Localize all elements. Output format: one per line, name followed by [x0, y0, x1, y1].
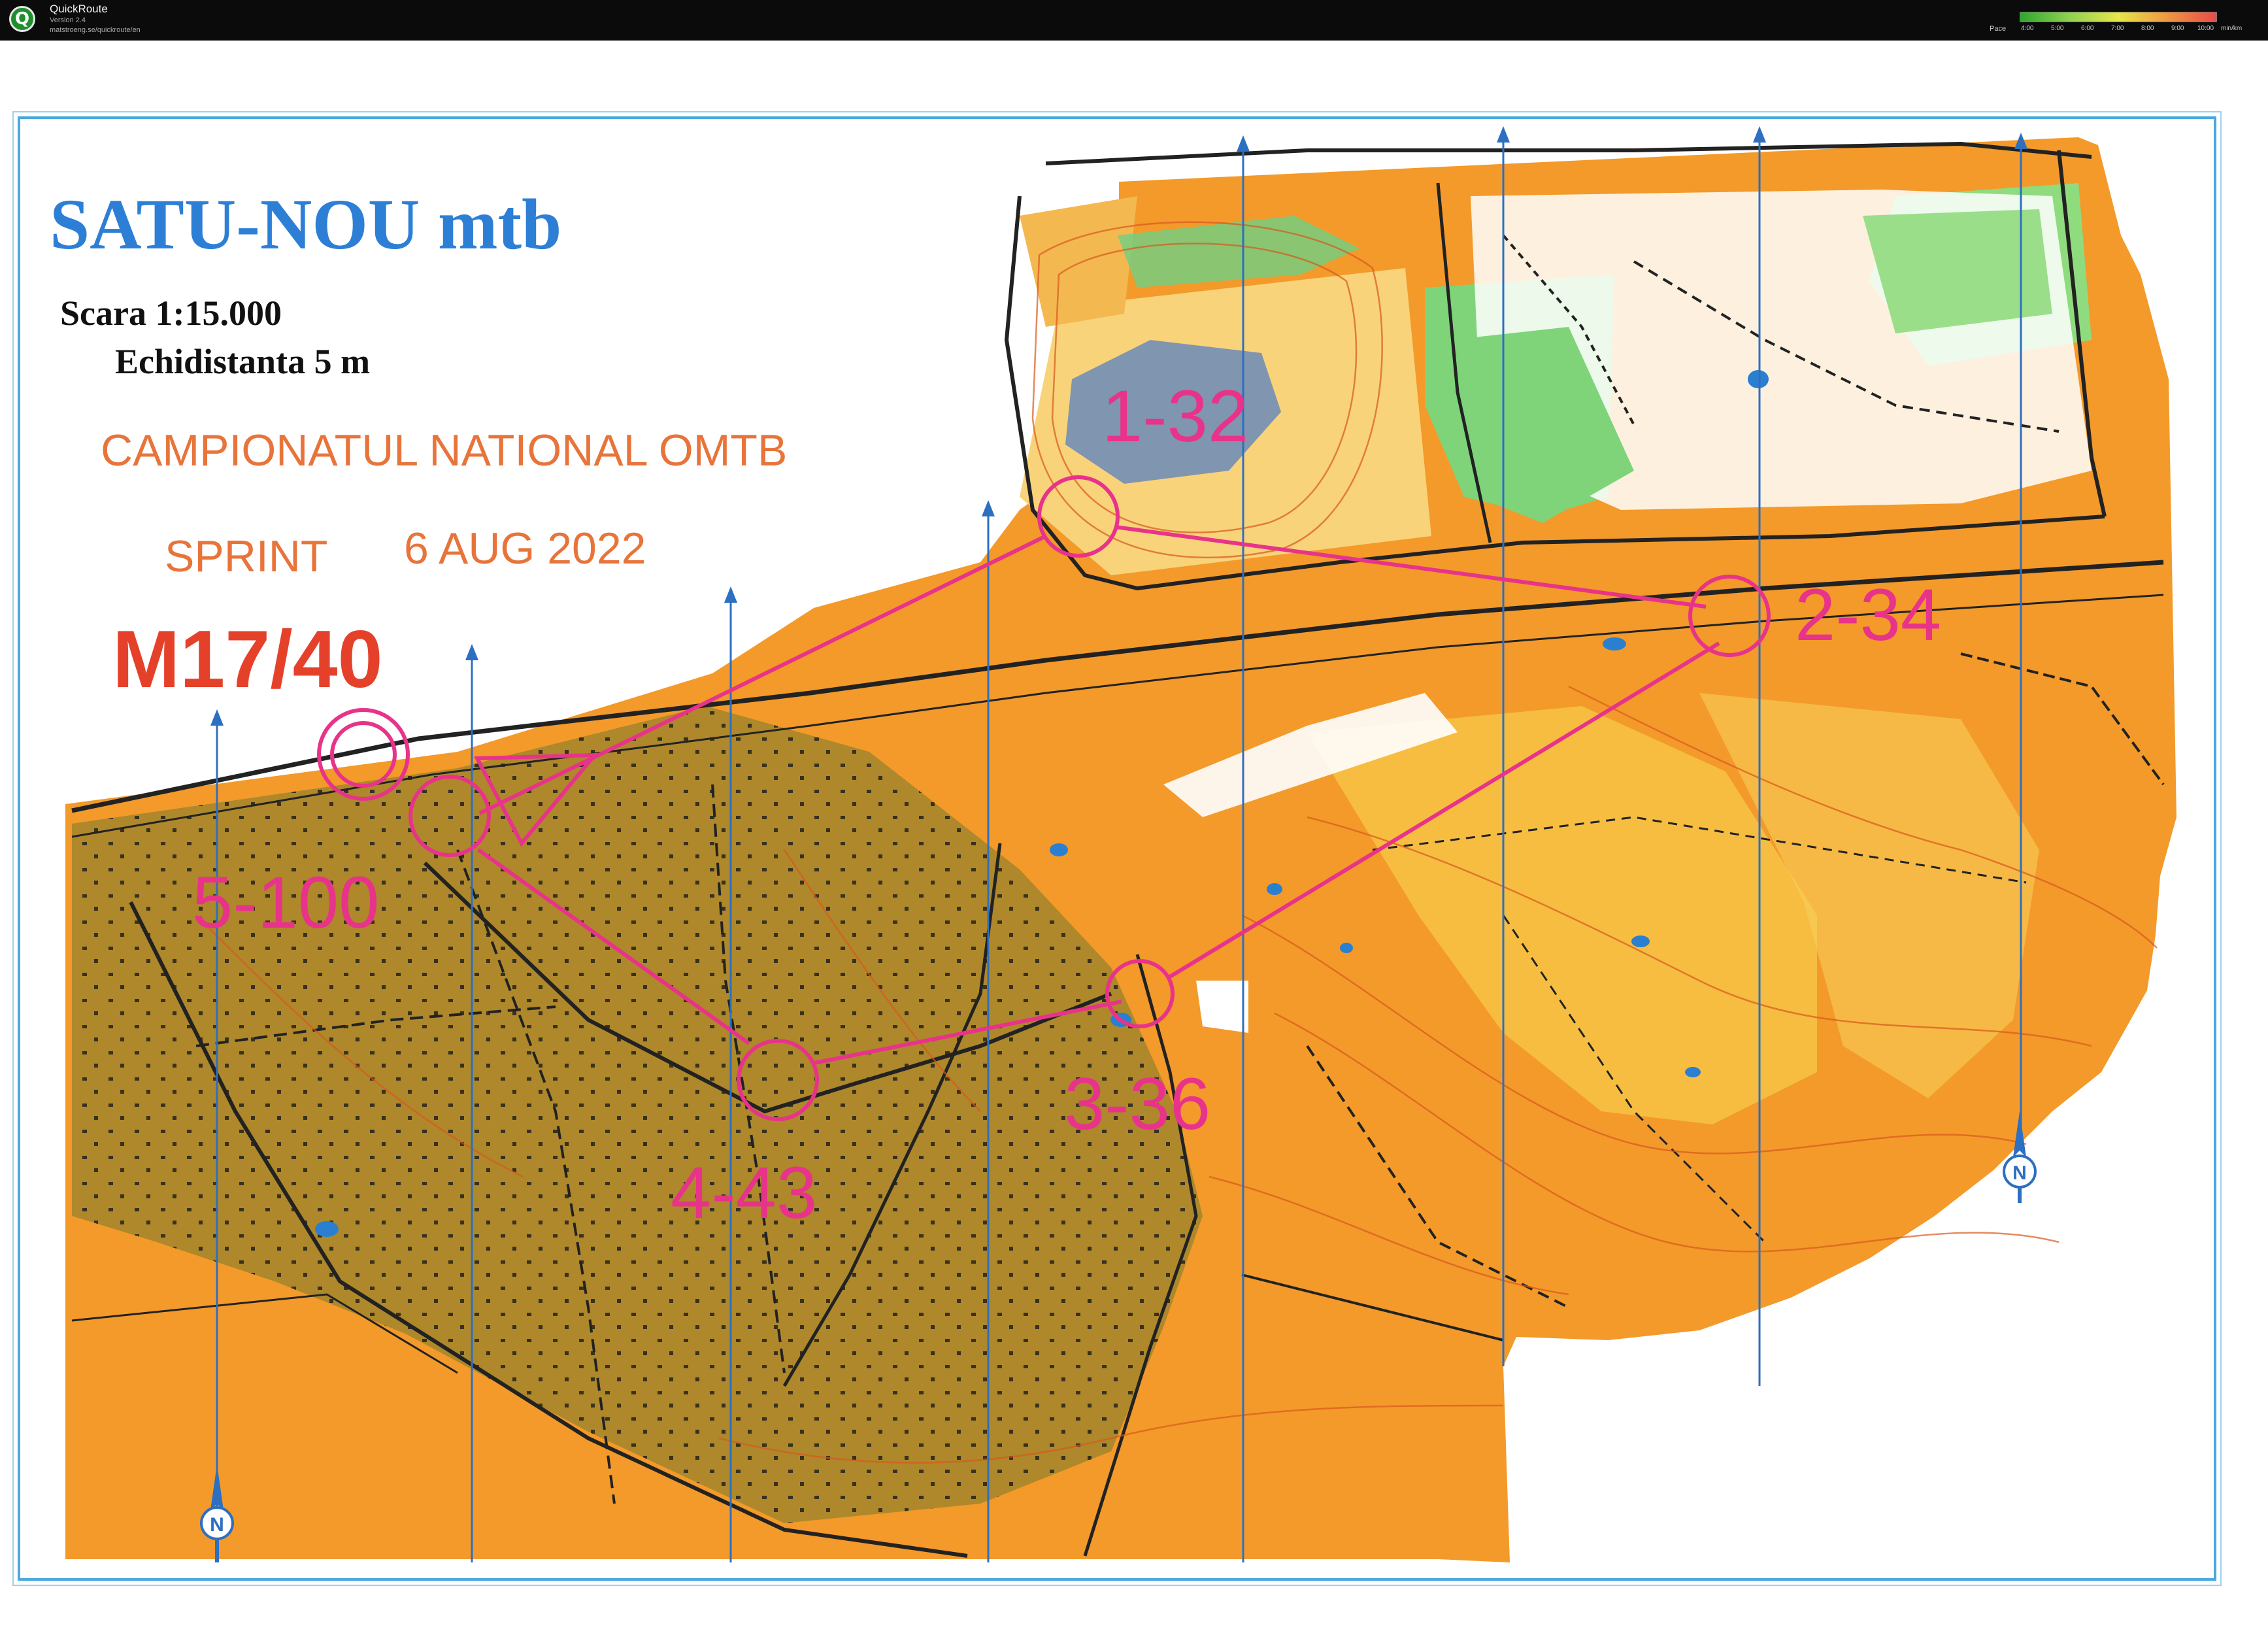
event-format: SPRINT — [165, 531, 328, 581]
event-date: 6 AUG 2022 — [404, 524, 646, 573]
finish-circle-icon — [317, 708, 410, 801]
control-label: 4-43 — [671, 1152, 818, 1234]
svg-text:N: N — [210, 1514, 224, 1536]
contour-interval: Echidistanta 5 m — [115, 342, 371, 381]
svg-text:N: N — [2012, 1162, 2027, 1184]
control-label: 2-34 — [1795, 574, 1942, 656]
course-code: M17/40 — [112, 615, 383, 705]
control-label: 5-100 — [192, 862, 380, 943]
event-name: CAMPIONATUL NATIONAL OMTB — [101, 426, 788, 475]
forest-area — [1863, 209, 2052, 333]
map-title: SATU-NOU mtb — [50, 184, 562, 264]
map-scale: Scara 1:15.000 — [60, 294, 282, 333]
control-label: 1-32 — [1102, 375, 1249, 457]
white-area — [1196, 981, 1248, 1033]
control-label: 3-36 — [1064, 1063, 1211, 1145]
